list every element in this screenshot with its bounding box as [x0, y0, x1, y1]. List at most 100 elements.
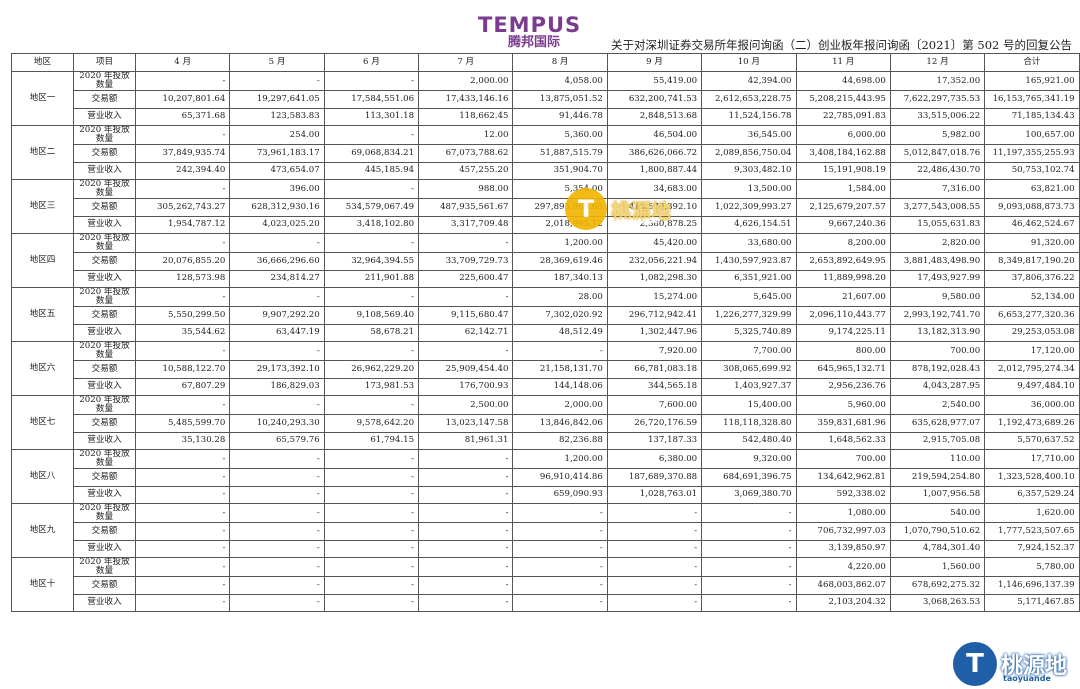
value-cell: 457,255.20 — [418, 161, 514, 180]
value-cell: 46,504.00 — [606, 125, 703, 145]
value-cell: - — [512, 341, 608, 361]
value-cell: - — [512, 593, 608, 612]
watermark-logo-icon: T — [565, 188, 607, 230]
value-cell: 592,338.02 — [795, 485, 891, 504]
value-cell: 1,028,763.01 — [606, 485, 703, 504]
row-label-cell: 2020 年投放数量 — [73, 233, 136, 253]
value-cell: 3,068,263.53 — [889, 593, 986, 612]
table-row: 营业收入 128,573.98 234,814.27 211,901.88 225,60… — [12, 269, 1080, 288]
value-cell: 8,200.00 — [795, 233, 891, 253]
value-cell: 63,447.19 — [229, 323, 325, 342]
table-header-row: 地区 项目 4 月5 月6 月7 月8 月9 月 10 月 11 月 12 月合计 — [11, 53, 1080, 72]
table-row: 交易额 10,207,801.64 19,297,641.05 17,584,551.… — [12, 90, 1080, 109]
value-cell: - — [229, 395, 325, 415]
value-cell: - — [418, 593, 514, 612]
value-cell: 128,573.98 — [134, 269, 231, 288]
table-row: 交易额 - - - - - - -706,732,997.03 1,070,790,510.62… — [12, 522, 1080, 541]
value-cell: - — [323, 485, 420, 504]
value-cell: 10,240,293.30 — [229, 414, 325, 433]
value-cell: 9,578,642.20 — [323, 414, 420, 433]
value-cell: 1,323,528,400.10 — [984, 468, 1080, 487]
value-cell: - — [418, 557, 514, 577]
value-cell: - — [134, 485, 231, 504]
value-cell: 10,588,122.70 — [134, 360, 231, 379]
value-cell: 254.00 — [229, 125, 325, 145]
value-cell: 91,446.78 — [512, 107, 608, 126]
column-header: 5 月 — [229, 53, 325, 72]
table-row: 交易额 20,076,855.20 36,666,296.60 32,964,394.… — [12, 252, 1080, 271]
value-cell: 6,653,277,320.36 — [984, 306, 1080, 325]
value-cell: - — [134, 539, 231, 558]
value-cell: - — [323, 395, 420, 415]
value-cell: - — [418, 485, 514, 504]
table-row: 交易额 - - - -96,910,414.86 187,689,370.88 684,69… — [12, 468, 1080, 487]
value-cell: 52,134.00 — [984, 287, 1080, 307]
value-cell: 9,320.00 — [701, 449, 797, 469]
value-cell: - — [418, 576, 514, 595]
value-cell: 5,485,599.70 — [134, 414, 231, 433]
value-cell: - — [134, 576, 231, 595]
value-cell: - — [323, 71, 420, 91]
row-label-cell: 交易额 — [73, 360, 136, 379]
value-cell: 137,187.33 — [606, 431, 703, 450]
value-cell: - — [701, 539, 797, 558]
value-cell: - — [512, 522, 608, 541]
value-cell: 706,732,997.03 — [795, 522, 891, 541]
value-cell: 1,403,927.37 — [701, 377, 797, 396]
document-title: 关于对深圳证券交易所年报问询函（二）创业板年报问询函〔2021〕第 502 号的… — [610, 38, 1072, 52]
value-cell: 534,579,067.49 — [323, 198, 420, 217]
region-name-cell: 地区五 — [11, 287, 74, 342]
row-label-cell: 营业收入 — [73, 107, 136, 126]
value-cell: 396.00 — [229, 179, 325, 199]
value-cell: 5,550,299.50 — [134, 306, 231, 325]
value-cell: 55,419.00 — [606, 71, 703, 91]
column-header: 10 月 — [701, 53, 797, 72]
value-cell: 13,500.00 — [701, 179, 797, 199]
value-cell: 2,993,192,741.70 — [889, 306, 986, 325]
value-cell: - — [701, 593, 797, 612]
value-cell: 225,600.47 — [418, 269, 514, 288]
value-cell: 5,325,740.89 — [701, 323, 797, 342]
value-cell: - — [323, 179, 420, 199]
value-cell: 36,000.00 — [984, 395, 1080, 415]
value-cell: 4,626,154.51 — [701, 215, 797, 234]
column-header: 8 月 — [512, 53, 608, 72]
row-label-cell: 2020 年投放数量 — [73, 125, 136, 145]
value-cell: - — [606, 593, 703, 612]
value-cell: 635,628,977.07 — [889, 414, 986, 433]
value-cell: 82,236.88 — [512, 431, 608, 450]
value-cell: 58,678.21 — [323, 323, 420, 342]
column-header: 地区 — [11, 53, 74, 72]
value-cell: 118,118,328.80 — [701, 414, 797, 433]
region-name-cell: 地区七 — [11, 395, 74, 450]
value-cell: 63,821.00 — [984, 179, 1080, 199]
value-cell: 26,962,229.20 — [323, 360, 420, 379]
value-cell: - — [134, 395, 231, 415]
region-name-cell: 地区二 — [11, 125, 74, 180]
value-cell: 9,108,569.40 — [323, 306, 420, 325]
document-header: TEMPUS 腾邦国际 关于对深圳证券交易所年报问询函（二）创业板年报问询函〔2… — [0, 0, 1080, 54]
value-cell: 35,544.62 — [134, 323, 231, 342]
value-cell: 5,208,215,443.95 — [795, 90, 891, 109]
value-cell: 344,565.18 — [606, 377, 703, 396]
value-cell: 473,654.07 — [229, 161, 325, 180]
watermark-corner: T 桃源地 taoyuande — [953, 642, 1067, 686]
column-header: 7 月 — [418, 53, 514, 72]
value-cell: 165,921.00 — [984, 71, 1080, 91]
value-cell: 2,848,513.68 — [606, 107, 703, 126]
value-cell: - — [229, 576, 325, 595]
table-row: 交易额 10,588,122.70 29,173,392.10 26,962,229.… — [12, 360, 1080, 379]
value-cell: 17,433,146.16 — [418, 90, 514, 109]
value-cell: 10,207,801.64 — [134, 90, 231, 109]
value-cell: 37,806,376.22 — [984, 269, 1080, 288]
value-cell: 2,000.00 — [512, 395, 608, 415]
value-cell: - — [323, 468, 420, 487]
value-cell: 69,068,834.21 — [323, 144, 420, 163]
value-cell: 9,667,240.36 — [795, 215, 891, 234]
value-cell: - — [134, 522, 231, 541]
value-cell: 96,910,414.86 — [512, 468, 608, 487]
region-name-cell: 地区一 — [11, 71, 74, 126]
value-cell: - — [323, 341, 420, 361]
row-label-cell: 营业收入 — [73, 431, 136, 450]
value-cell: 211,901.88 — [323, 269, 420, 288]
